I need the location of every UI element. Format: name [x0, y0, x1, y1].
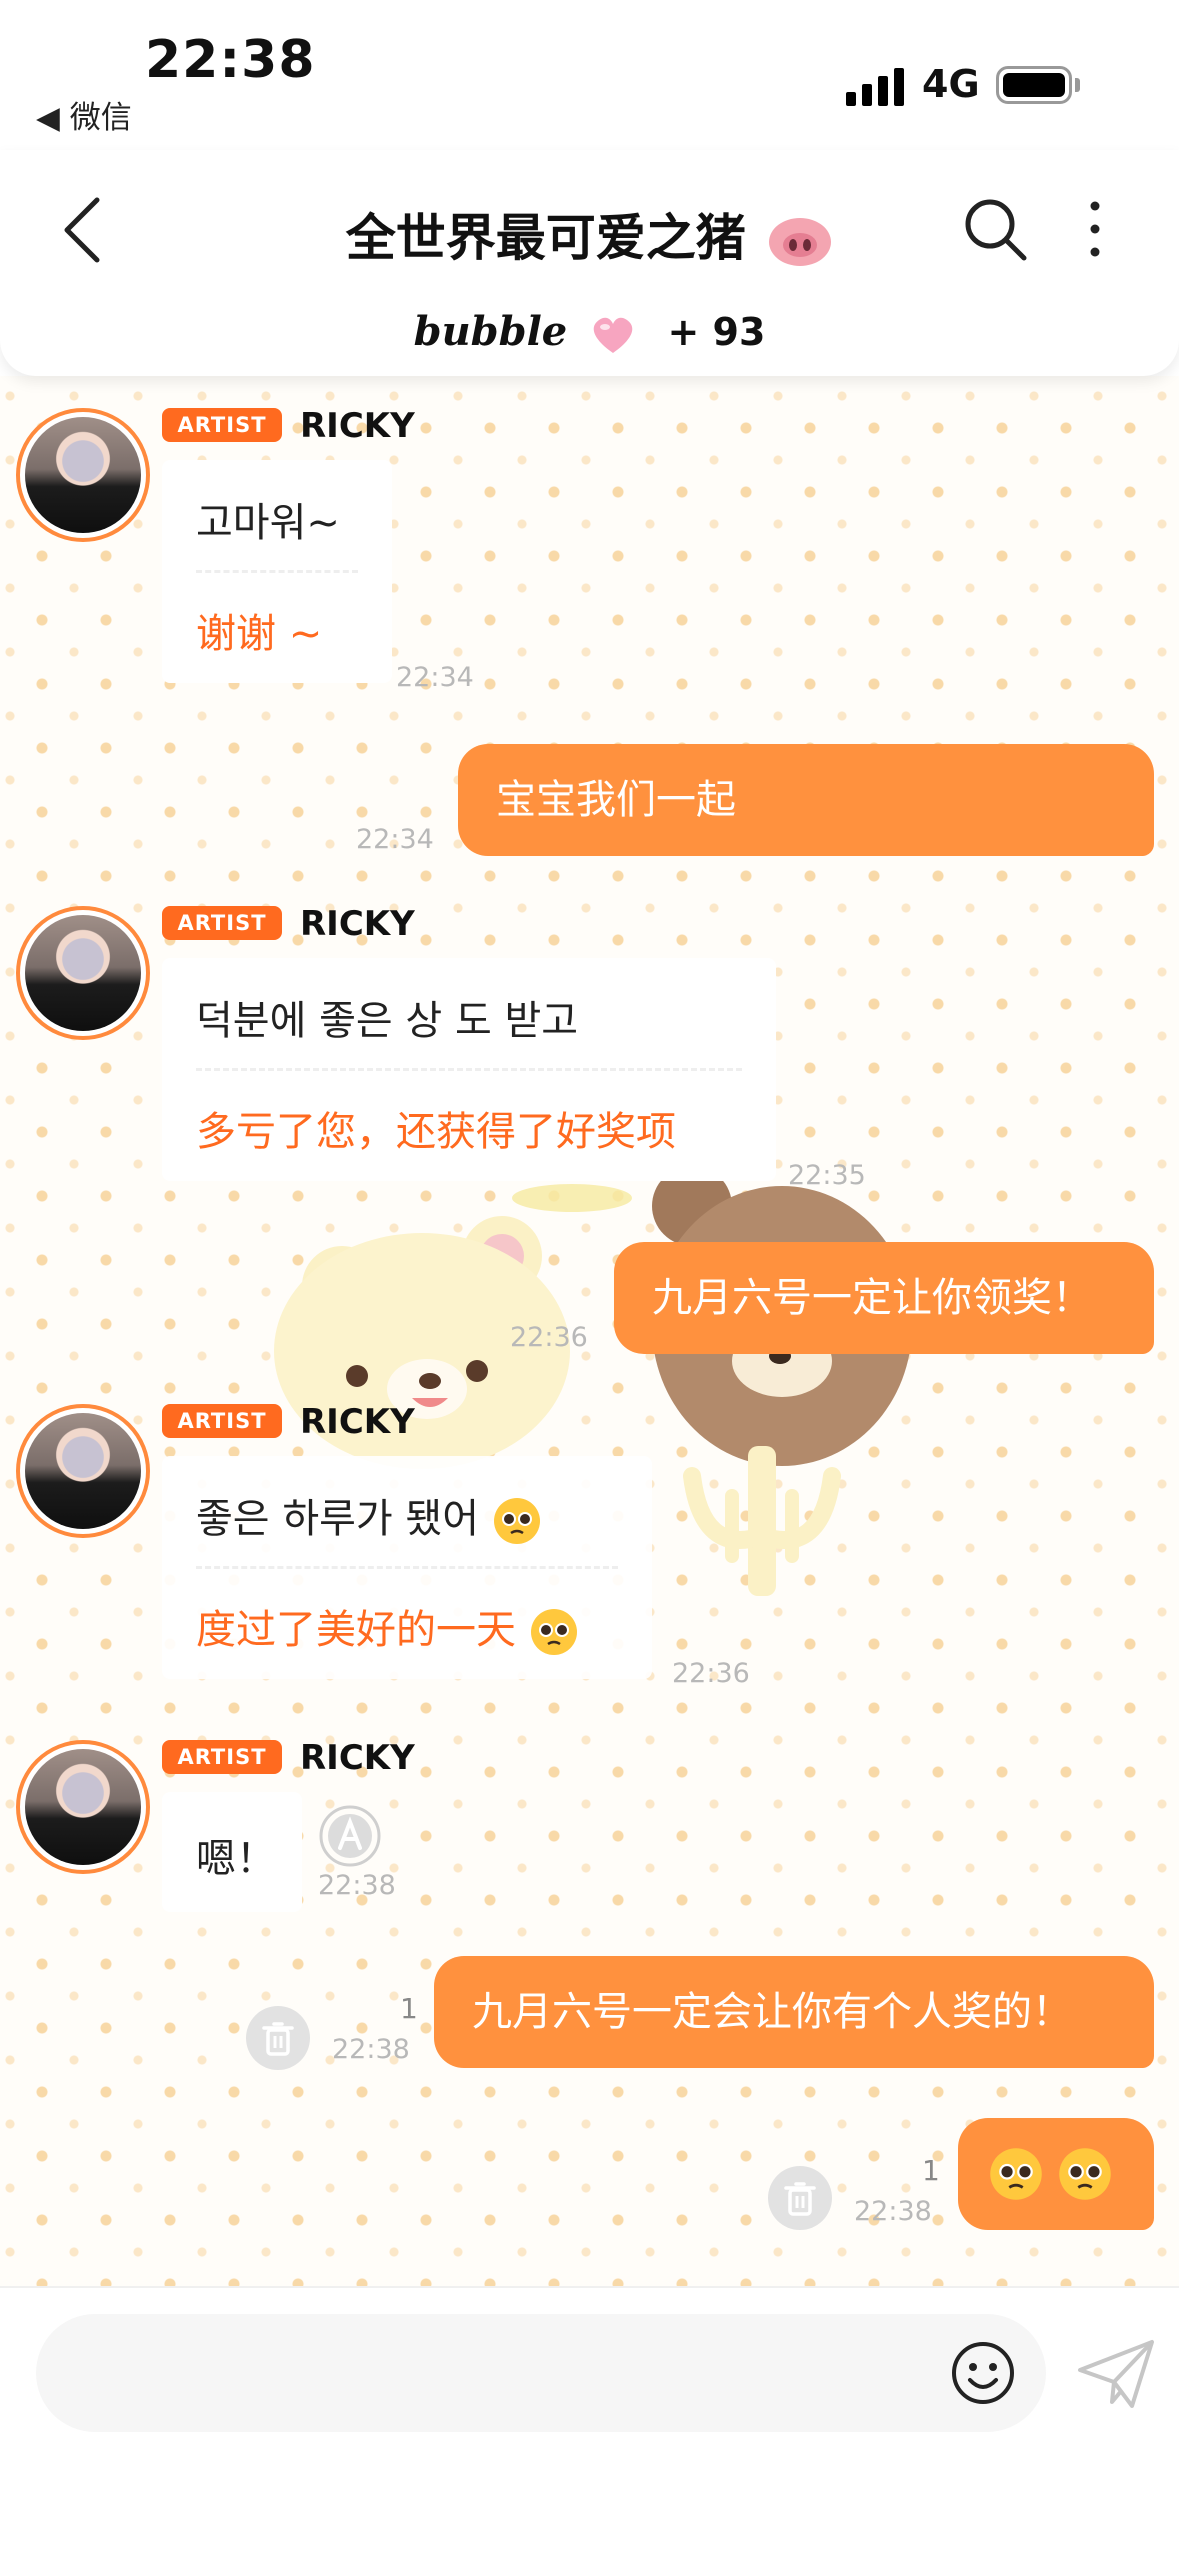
- avatar[interactable]: [16, 1740, 150, 1874]
- sender-name: RICKY: [300, 1738, 415, 1778]
- message-original-text: 좋은 하루가 됐어: [196, 1496, 480, 1542]
- sender-name: RICKY: [300, 1402, 415, 1442]
- chat-area[interactable]: ARTIST RICKY 고마워~ 谢谢 ~ 22:34 22:34 宝宝我们一…: [0, 376, 1179, 2286]
- pleading-face-emoji: [990, 2148, 1042, 2200]
- avatar[interactable]: [16, 906, 150, 1040]
- message-text: 嗯！: [196, 1836, 276, 1882]
- chat-title-text: 全世界最可爱之猪: [345, 209, 746, 267]
- artist-badge: ARTIST: [162, 1404, 282, 1438]
- message-time: 22:34: [356, 824, 434, 855]
- received-message[interactable]: 고마워~ 谢谢 ~: [162, 460, 392, 683]
- chat-header: 全世界最可爱之猪 bubble + 93: [0, 150, 1179, 376]
- received-message[interactable]: 嗯！: [162, 1792, 302, 1912]
- translate-icon[interactable]: [318, 1804, 382, 1868]
- paper-plane-icon[interactable]: [1076, 2336, 1156, 2412]
- pleading-face-emoji: [493, 1498, 540, 1544]
- delete-message-button[interactable]: [246, 2006, 310, 2070]
- search-icon[interactable]: [960, 194, 1030, 264]
- message-time: 22:34: [396, 662, 474, 693]
- avatar[interactable]: [16, 1404, 150, 1538]
- message-translation-text: 度过了美好的一天: [196, 1607, 516, 1653]
- artist-badge: ARTIST: [162, 906, 282, 940]
- heart-icon: [594, 317, 633, 353]
- message-time: 22:38: [318, 1870, 396, 1901]
- received-message[interactable]: 덕분에 좋은 상 도 받고 多亏了您，还获得了好奖项: [162, 958, 776, 1181]
- back-to-wechat-link[interactable]: ◀ 微信: [36, 92, 132, 137]
- more-icon[interactable]: [1080, 194, 1110, 264]
- bubble-count: + 93: [667, 310, 766, 354]
- status-time: 22:38: [145, 30, 316, 90]
- message-time: 22:36: [672, 1658, 750, 1689]
- message-translation-text: 谢谢 ~: [196, 611, 323, 657]
- sender-name: RICKY: [300, 406, 415, 446]
- sent-message[interactable]: 九月六号一定让你领奖！: [614, 1242, 1154, 1354]
- trash-icon: [262, 2022, 294, 2056]
- sent-message[interactable]: 宝宝我们一起: [458, 744, 1154, 856]
- delete-message-button[interactable]: [768, 2166, 832, 2230]
- sent-message[interactable]: 九月六号一定会让你有个人奖的！: [434, 1956, 1154, 2068]
- trash-icon: [784, 2182, 816, 2216]
- battery-icon: [996, 66, 1072, 104]
- smiley-icon[interactable]: [950, 2340, 1016, 2406]
- message-time: 22:36: [510, 1322, 588, 1353]
- avatar[interactable]: [16, 408, 150, 542]
- message-input[interactable]: [36, 2314, 1046, 2432]
- message-original-text: 고마워~: [196, 500, 340, 546]
- message-original-row: 좋은 하루가 됐어: [196, 1456, 618, 1566]
- sent-emoji-message[interactable]: [958, 2118, 1154, 2230]
- composer-bar: [0, 2286, 1179, 2556]
- sender-name: RICKY: [300, 904, 415, 944]
- bubble-logo: bubble: [413, 308, 568, 355]
- message-translation-row: 度过了美好的一天: [196, 1569, 618, 1679]
- bubble-subscription-bar[interactable]: bubble + 93: [0, 308, 1179, 355]
- unread-count: 1: [400, 1992, 418, 2025]
- message-translation-text: 多亏了您，还获得了好奖项: [196, 1109, 676, 1155]
- network-type: 4G: [922, 62, 980, 106]
- pleading-face-emoji: [530, 1609, 577, 1655]
- artist-badge: ARTIST: [162, 1740, 282, 1774]
- message-time: 22:38: [332, 2034, 410, 2065]
- message-time: 22:35: [788, 1160, 866, 1191]
- artist-badge: ARTIST: [162, 408, 282, 442]
- unread-count: 1: [922, 2154, 940, 2187]
- message-original-text: 덕분에 좋은 상 도 받고: [196, 998, 579, 1044]
- pig-emoji: [769, 217, 832, 266]
- status-bar: 22:38 ◀ 微信 4G: [0, 0, 1179, 150]
- battery-tip: [1075, 78, 1080, 92]
- signal-icon: [846, 68, 904, 106]
- message-time: 22:38: [854, 2196, 932, 2227]
- received-message[interactable]: 좋은 하루가 됐어 度过了美好的一天: [162, 1456, 652, 1679]
- pleading-face-emoji: [1058, 2148, 1111, 2200]
